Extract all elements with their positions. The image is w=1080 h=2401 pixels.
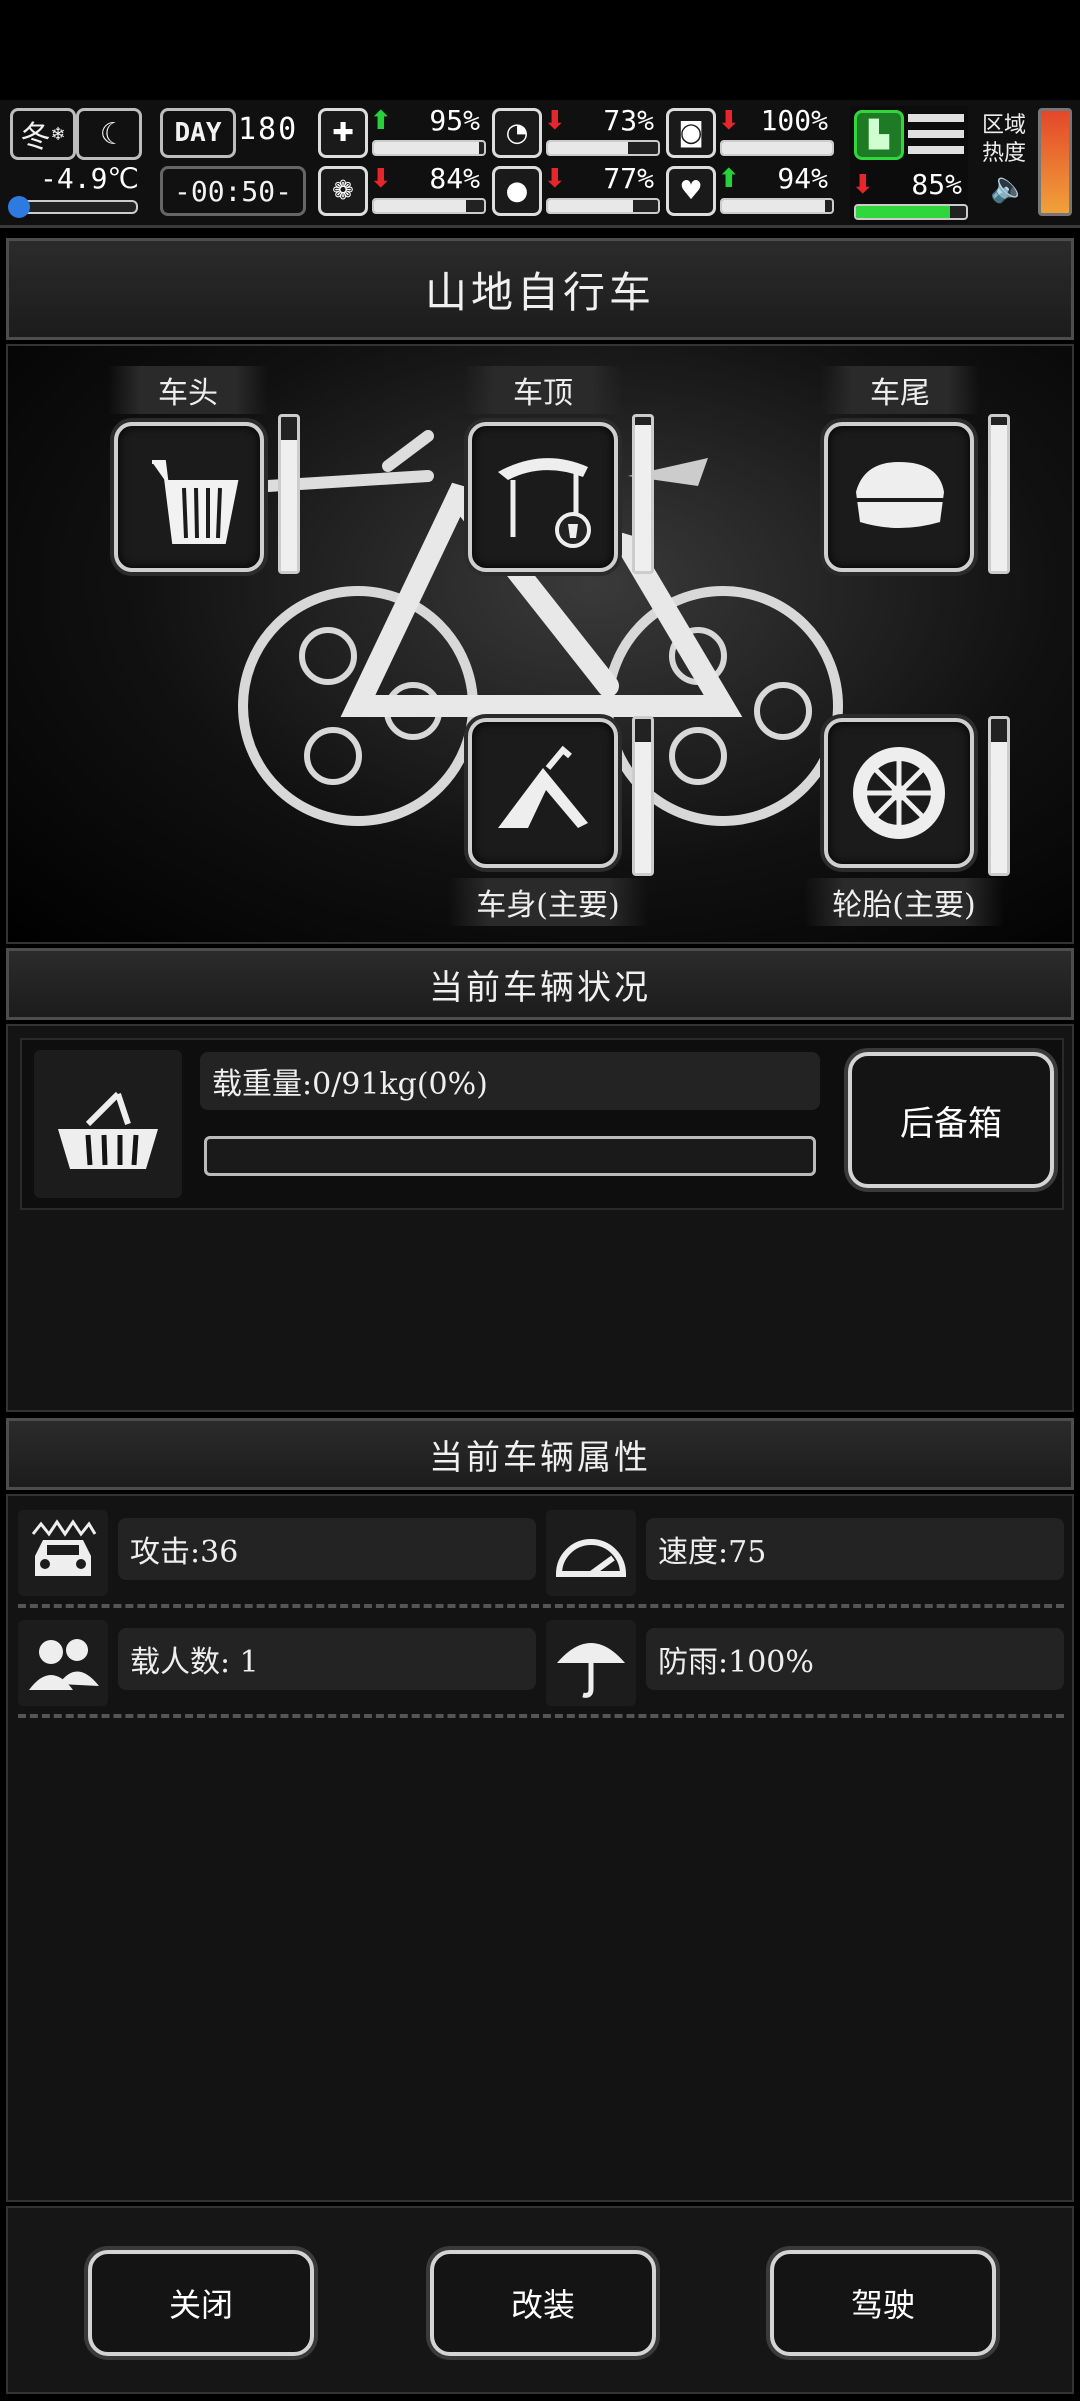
stat-bar: [720, 140, 834, 156]
stat-value: 84%: [429, 162, 480, 195]
speaker-icon[interactable]: 🔈: [990, 170, 1027, 205]
stat-value: 73%: [603, 104, 654, 137]
attributes-title-bar: 当前车辆属性: [6, 1418, 1074, 1490]
basket-icon: [34, 1050, 182, 1198]
vehicle-name: 山地自行车: [424, 267, 655, 317]
stomach-icon: ◔: [492, 108, 542, 158]
stat-bar: [720, 198, 834, 214]
temperature-readout: -4.9℃: [40, 162, 139, 195]
boot-icon: ▙: [854, 110, 904, 160]
slot-front[interactable]: [114, 422, 264, 572]
stamina-bar: [854, 204, 968, 220]
slot-label-roof: 车顶: [463, 366, 623, 414]
stamina-line: [908, 114, 964, 122]
rear-box-icon: [856, 462, 944, 528]
front-basket-icon: [152, 460, 239, 544]
slot-roof-durability: [632, 414, 654, 574]
slot-body-durability: [632, 716, 654, 876]
tire-icon: [853, 747, 945, 839]
divider: [18, 1604, 1064, 1608]
slot-label-body: 车身(主要): [448, 878, 648, 926]
canopy-icon: [498, 458, 591, 548]
attack-value: 攻击:36: [118, 1518, 536, 1580]
durability-fill: [281, 440, 297, 571]
car-attack-icon: [18, 1510, 108, 1596]
footer-bar: 关闭 改装 驾驶: [6, 2206, 1074, 2394]
season-badge: 冬 ❄: [10, 108, 76, 160]
stat-bar: [372, 140, 486, 156]
attributes-panel: 攻击:36 速度:75 载人数: 1 防雨:100%: [6, 1494, 1074, 2202]
drive-button[interactable]: 驾驶: [770, 2250, 996, 2356]
slot-label-front: 车头: [108, 366, 268, 414]
speed-value: 速度:75: [646, 1518, 1064, 1580]
attributes-title: 当前车辆属性: [429, 1437, 651, 1478]
season-label: 冬: [20, 120, 51, 155]
load-capacity-text: 载重量:0/91kg(0%): [200, 1052, 820, 1110]
slot-rear-durability: [988, 414, 1010, 574]
region-heat-meter: [1038, 108, 1072, 216]
status-title: 当前车辆状况: [429, 967, 651, 1008]
status-hud: 冬 ❄ ☾ -4.9℃ DAY 180 -00:50- ✚ ⬆ 95% ◔ ⬇ 73% ◙ ⬇ 1…: [0, 100, 1080, 228]
durability-fill: [635, 742, 651, 873]
status-title-bar: 当前车辆状况: [6, 948, 1074, 1020]
slot-tire[interactable]: [824, 718, 974, 868]
stat-value: 94%: [777, 162, 828, 195]
region-heat-label: 区域热度: [982, 113, 1027, 166]
slot-body[interactable]: [468, 718, 618, 868]
snow-icon: ❄: [50, 123, 66, 145]
durability-fill: [991, 742, 1007, 873]
clock-readout: -00:50-: [160, 166, 306, 216]
stat-bar: [546, 140, 660, 156]
load-progress-bar: [204, 1136, 816, 1176]
stamina-line: [908, 146, 964, 154]
stat-value: 95%: [429, 104, 480, 137]
speedometer-icon: [546, 1510, 636, 1596]
slot-tire-durability: [988, 716, 1010, 876]
close-button[interactable]: 关闭: [88, 2250, 314, 2356]
slot-label-tire: 轮胎(主要): [804, 878, 1004, 926]
day-counter: 180: [238, 112, 299, 147]
stat-value: 77%: [603, 162, 654, 195]
water-drop-icon: ●: [492, 166, 542, 216]
brain-icon: ❁: [318, 166, 368, 216]
modify-button[interactable]: 改装: [430, 2250, 656, 2356]
stat-value: 100%: [760, 104, 828, 137]
stamina-panel: ▙ ⬇ 85%: [850, 106, 968, 224]
stamina-value: 85%: [911, 168, 962, 201]
passengers-icon: [18, 1620, 108, 1706]
thermometer-icon: [8, 196, 30, 218]
medkit-icon: ✚: [318, 108, 368, 158]
stat-bar: [372, 198, 486, 214]
trunk-button[interactable]: 后备箱: [848, 1052, 1054, 1188]
moon-icon: ☾: [76, 108, 142, 160]
slot-label-rear: 车尾: [820, 366, 980, 414]
durability-fill: [635, 424, 651, 571]
day-label: DAY: [160, 108, 236, 158]
rain-protection-value: 防雨:100%: [646, 1628, 1064, 1690]
stamina-line: [908, 130, 964, 138]
passengers-value: 载人数: 1: [118, 1628, 536, 1690]
slot-rear[interactable]: [824, 422, 974, 572]
durability-fill: [991, 424, 1007, 571]
umbrella-icon: [546, 1620, 636, 1706]
heart-icon: ♥: [666, 166, 716, 216]
temperature-gauge: [8, 196, 138, 218]
slot-roof[interactable]: [468, 422, 618, 572]
status-panel: 载重量:0/91kg(0%) 后备箱: [6, 1024, 1074, 1412]
slot-front-durability: [278, 414, 300, 574]
divider: [18, 1714, 1064, 1718]
vehicle-view: 车头 车顶 车尾 车身(主要) 轮胎(主要): [6, 344, 1074, 944]
vehicle-name-bar: 山地自行车: [6, 238, 1074, 340]
load-row: 载重量:0/91kg(0%) 后备箱: [20, 1038, 1064, 1210]
frame-icon: [498, 745, 588, 828]
bladder-icon: ◙: [666, 108, 716, 158]
stat-bar: [546, 198, 660, 214]
